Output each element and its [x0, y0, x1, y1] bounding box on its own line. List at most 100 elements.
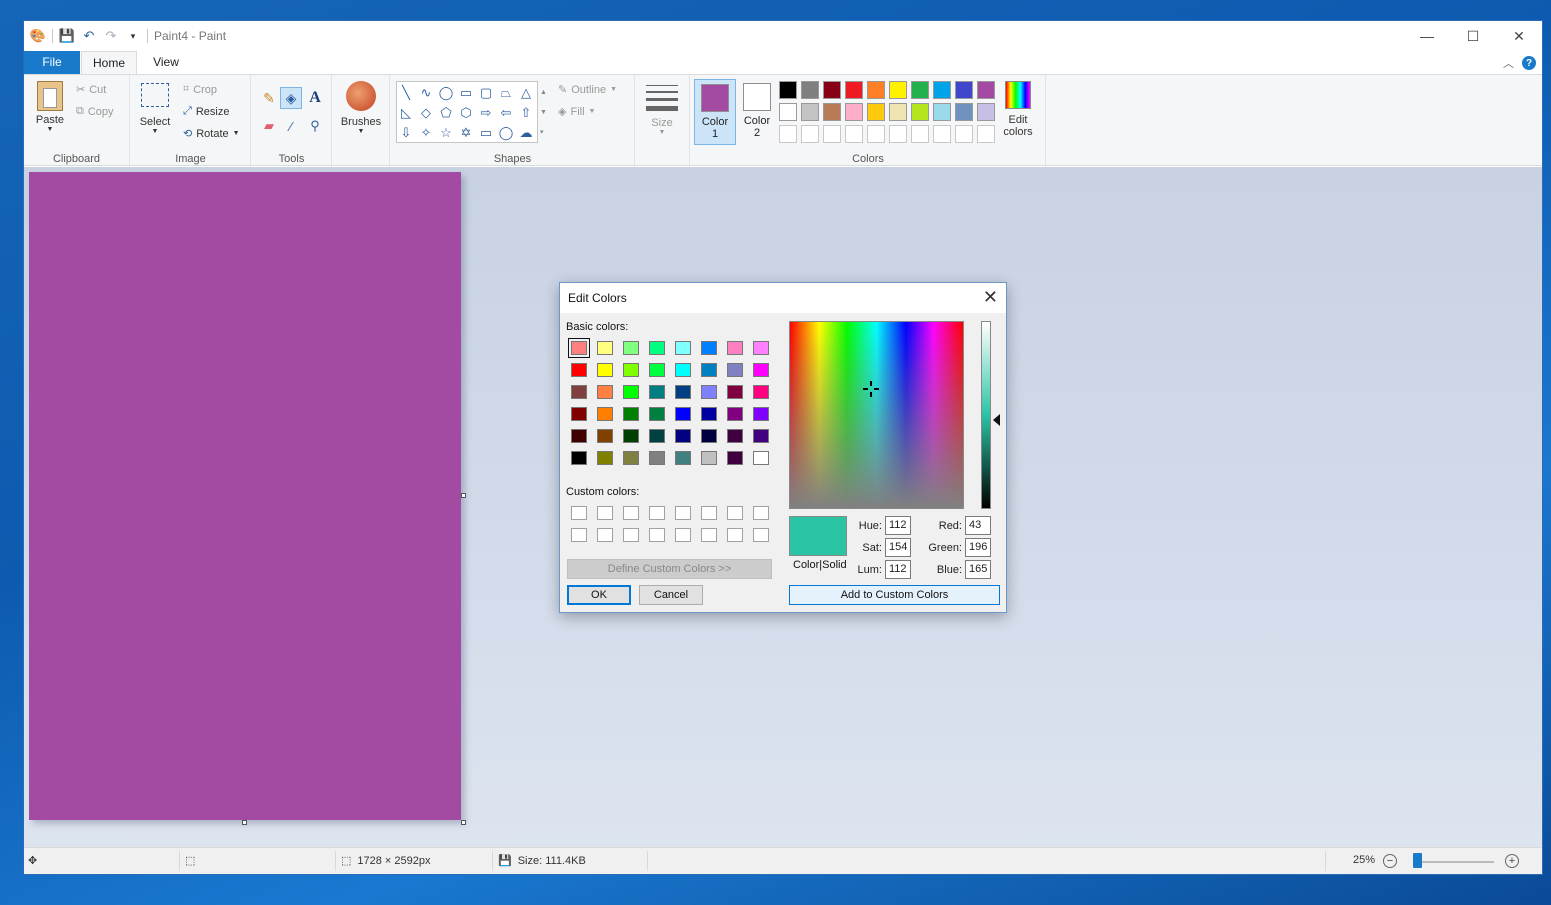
resize-handle-bottom[interactable] — [242, 820, 247, 825]
custom-color-slot[interactable] — [701, 528, 717, 542]
basic-color-swatch[interactable] — [597, 451, 613, 465]
custom-color-slot[interactable] — [753, 528, 769, 542]
palette-swatch[interactable] — [823, 81, 841, 99]
hue-input[interactable]: 112 — [885, 516, 911, 535]
palette-custom-slot[interactable] — [977, 125, 995, 143]
basic-color-swatch[interactable] — [753, 429, 769, 443]
rectangle-shape-icon[interactable]: ▭ — [457, 84, 475, 102]
basic-color-swatch[interactable] — [571, 429, 587, 443]
size-button[interactable]: Size ▼ — [642, 83, 682, 136]
basic-color-swatch[interactable] — [675, 451, 691, 465]
fill-bucket-icon[interactable]: ◈ — [280, 87, 302, 109]
basic-color-swatch[interactable] — [675, 363, 691, 377]
custom-color-slot[interactable] — [649, 528, 665, 542]
magnifier-icon[interactable]: ⚲ — [304, 115, 326, 137]
custom-color-slot[interactable] — [727, 528, 743, 542]
oval-shape-icon[interactable]: ◯ — [437, 84, 455, 102]
palette-swatch[interactable] — [911, 103, 929, 121]
custom-color-slot[interactable] — [597, 528, 613, 542]
red-input[interactable]: 43 — [965, 516, 991, 535]
palette-swatch[interactable] — [801, 103, 819, 121]
custom-color-slot[interactable] — [597, 506, 613, 520]
palette-swatch[interactable] — [845, 103, 863, 121]
palette-swatch[interactable] — [845, 81, 863, 99]
palette-swatch[interactable] — [779, 103, 797, 121]
basic-color-swatch[interactable] — [701, 451, 717, 465]
basic-color-swatch[interactable] — [571, 363, 587, 377]
palette-swatch[interactable] — [977, 103, 995, 121]
palette-custom-slot[interactable] — [889, 125, 907, 143]
luminance-slider[interactable] — [981, 321, 991, 509]
palette-swatch[interactable] — [779, 81, 797, 99]
triangle-shape-icon[interactable]: △ — [517, 84, 535, 102]
sat-input[interactable]: 154 — [885, 538, 911, 557]
custom-color-slot[interactable] — [675, 528, 691, 542]
five-point-star-shape-icon[interactable]: ☆ — [437, 124, 455, 142]
basic-color-swatch[interactable] — [727, 429, 743, 443]
save-icon[interactable]: 💾 — [59, 28, 75, 44]
basic-color-swatch[interactable] — [597, 407, 613, 421]
zoom-slider-track[interactable] — [1416, 861, 1494, 863]
palette-swatch[interactable] — [889, 103, 907, 121]
shapes-scroll[interactable]: ▲ ▼ ▾ — [540, 83, 547, 143]
basic-color-swatch[interactable] — [597, 341, 613, 355]
basic-color-swatch[interactable] — [701, 407, 717, 421]
fill-button[interactable]: ◈ Fill ▼ — [558, 105, 595, 119]
palette-swatch[interactable] — [867, 81, 885, 99]
help-icon[interactable]: ? — [1522, 56, 1536, 70]
palette-custom-slot[interactable] — [845, 125, 863, 143]
basic-color-swatch[interactable] — [623, 363, 639, 377]
rect-callout-shape-icon[interactable]: ▭ — [477, 124, 495, 142]
select-button[interactable]: Select ▼ — [137, 83, 173, 135]
palette-custom-slot[interactable] — [779, 125, 797, 143]
palette-custom-slot[interactable] — [955, 125, 973, 143]
basic-color-swatch[interactable] — [597, 429, 613, 443]
polygon-shape-icon[interactable]: ⏢ — [497, 84, 515, 102]
palette-custom-slot[interactable] — [911, 125, 929, 143]
basic-color-swatch[interactable] — [623, 385, 639, 399]
palette-swatch[interactable] — [823, 103, 841, 121]
basic-color-swatch[interactable] — [753, 385, 769, 399]
zoom-in-icon[interactable]: + — [1505, 854, 1519, 868]
basic-color-swatch[interactable] — [649, 429, 665, 443]
pencil-icon[interactable]: ✎ — [258, 87, 280, 109]
palette-custom-slot[interactable] — [801, 125, 819, 143]
basic-color-swatch[interactable] — [701, 385, 717, 399]
basic-color-swatch[interactable] — [701, 429, 717, 443]
up-arrow-shape-icon[interactable]: ⇧ — [517, 104, 535, 122]
lum-input[interactable]: 112 — [885, 560, 911, 579]
custom-color-slot[interactable] — [675, 506, 691, 520]
basic-color-swatch[interactable] — [623, 429, 639, 443]
text-tool-icon[interactable]: A — [304, 87, 326, 109]
palette-swatch[interactable] — [889, 81, 907, 99]
basic-color-swatch[interactable] — [649, 451, 665, 465]
palette-custom-slot[interactable] — [867, 125, 885, 143]
define-custom-colors-button[interactable]: Define Custom Colors >> — [567, 559, 772, 579]
maximize-button[interactable]: ☐ — [1450, 21, 1496, 51]
basic-color-swatch[interactable] — [675, 429, 691, 443]
basic-color-swatch[interactable] — [649, 341, 665, 355]
customize-qat-icon[interactable]: ▾ — [125, 28, 141, 44]
palette-swatch[interactable] — [955, 103, 973, 121]
palette-swatch[interactable] — [801, 81, 819, 99]
basic-color-swatch[interactable] — [623, 407, 639, 421]
cut-button[interactable]: ✂ Cut — [76, 83, 106, 97]
basic-color-swatch[interactable] — [571, 451, 587, 465]
add-to-custom-colors-button[interactable]: Add to Custom Colors — [789, 585, 1000, 605]
color-spectrum[interactable] — [789, 321, 964, 509]
diamond-shape-icon[interactable]: ◇ — [417, 104, 435, 122]
palette-swatch[interactable] — [911, 81, 929, 99]
basic-color-swatch[interactable] — [675, 341, 691, 355]
basic-color-swatch[interactable] — [597, 385, 613, 399]
basic-color-swatch[interactable] — [701, 341, 717, 355]
basic-color-swatch[interactable] — [675, 385, 691, 399]
custom-color-slot[interactable] — [727, 506, 743, 520]
tab-file[interactable]: File — [24, 51, 80, 74]
basic-color-swatch[interactable] — [727, 385, 743, 399]
right-arrow-shape-icon[interactable]: ⇨ — [477, 104, 495, 122]
custom-color-slot[interactable] — [571, 506, 587, 520]
basic-color-swatch[interactable] — [649, 363, 665, 377]
paint-app-icon[interactable]: 🎨 — [30, 28, 46, 44]
collapse-ribbon-icon[interactable]: ︿ — [1503, 55, 1514, 71]
palette-swatch[interactable] — [933, 103, 951, 121]
